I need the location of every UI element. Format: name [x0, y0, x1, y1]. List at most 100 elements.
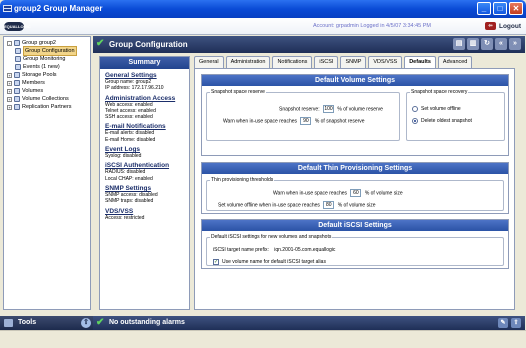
tree-item[interactable]: Events (1 new) [7, 63, 90, 71]
defaults-tab-body: Default Volume Settings Snapshot space r… [194, 68, 515, 310]
thin-offline-input[interactable]: 80 [323, 201, 335, 209]
snapshot-warn-label: Warn when in-use space reaches [223, 118, 298, 125]
collapse-icon[interactable]: - [7, 40, 12, 46]
thin-thresholds-legend: Thin provisioning thresholds [211, 177, 274, 183]
summary-section-link[interactable]: VDS/VSS [105, 208, 184, 215]
account-info: Account: grpadmin Logged in 4/5/07 3:34:… [312, 23, 431, 29]
use-volume-name-checkbox[interactable]: ✓ Use volume name for default iSCSI targe… [213, 258, 326, 266]
logout-label: Logout [498, 22, 521, 30]
tree-item-label: Volumes [22, 88, 44, 94]
use-volume-name-label: Use volume name for default iSCSI target… [222, 259, 326, 265]
summary-line: E-mail Home: disabled [105, 136, 156, 143]
tab-vds-vss[interactable]: VDS/VSS [368, 56, 403, 68]
volume-settings-title: Default Volume Settings [202, 75, 508, 86]
tree-item[interactable]: + Members [7, 79, 90, 87]
back-icon[interactable]: « [495, 38, 507, 50]
window-title: group2 Group Manager [14, 4, 103, 13]
checkmark-icon: ✔ [96, 38, 105, 49]
tree-item[interactable]: Group Configuration [7, 46, 90, 56]
delete-oldest-snapshot-label: Delete oldest snapshot [421, 118, 472, 124]
iscsi-defaults-legend: Default iSCSI settings for new volumes a… [211, 234, 332, 240]
expand-alarms-icon[interactable]: ⇧ [511, 318, 521, 328]
tree-item-label: Group Monitoring [23, 56, 66, 62]
print-icon[interactable]: ▥ [467, 38, 479, 50]
tab-administration[interactable]: Administration [225, 56, 271, 68]
tree-item[interactable]: + Replication Partners [7, 103, 90, 111]
set-volume-offline-label: Set volume offline [421, 106, 461, 112]
snapshot-reserve-input[interactable]: 100 [322, 105, 334, 113]
tree-item[interactable]: Group Monitoring [7, 55, 90, 63]
tools-panel-header[interactable]: Tools ⇧ [0, 316, 94, 330]
snapshot-reserve-unit: % of volume reserve [337, 106, 383, 113]
summary-section-link[interactable]: General Settings [105, 72, 184, 79]
tree-node-icon [14, 96, 20, 102]
checkbox-checked-icon: ✓ [213, 258, 219, 265]
tab-notifications[interactable]: Notifications [272, 56, 313, 68]
tree-item[interactable]: + Storage Pools [7, 71, 90, 79]
summary-line: Local CHAP: enabled [105, 175, 153, 182]
expand-up-icon[interactable]: ⇧ [81, 318, 91, 328]
iscsi-prefix-value[interactable]: iqn.2001-05.com.equallogic [274, 247, 335, 253]
tree-node-icon [14, 40, 20, 46]
tree-item[interactable]: + Volume Collections [7, 95, 90, 103]
tools-icon [4, 319, 13, 327]
close-button[interactable]: ✕ [509, 2, 523, 15]
alarm-settings-icon[interactable]: ✎ [498, 318, 508, 328]
status-text: No outstanding alarms [109, 319, 185, 326]
logout-icon: ⇦ [484, 22, 496, 30]
set-volume-offline-radio[interactable]: Set volume offline [412, 105, 461, 113]
expand-icon[interactable]: + [7, 72, 12, 78]
snapshot-space-recovery-group: Snapshot space recovery Set volume offli… [406, 89, 505, 141]
summary-section-link[interactable]: iSCSI Authentication [105, 162, 184, 169]
tree-node-icon [14, 104, 20, 110]
summary-section: E-mail Notifications E-mail alerts: disab… [100, 123, 189, 143]
summary-section-link[interactable]: Administration Access [105, 95, 184, 102]
thin-offline-unit: % of volume size [337, 202, 376, 209]
summary-section-link[interactable]: SNMP Settings [105, 185, 184, 192]
thin-offline-label: Set volume offline when in-use space rea… [218, 202, 320, 209]
tab-snmp[interactable]: SNMP [340, 56, 367, 68]
expand-icon[interactable]: + [7, 80, 12, 86]
snapshot-warn-input[interactable]: 90 [300, 117, 312, 125]
tree-item-label: Replication Partners [22, 104, 72, 110]
tree-node-icon [15, 64, 21, 70]
logout-button[interactable]: ⇦ Logout [484, 22, 521, 30]
tab-iscsi[interactable]: iSCSI [314, 56, 339, 68]
tools-label: Tools [18, 319, 37, 326]
status-bar: ✔ No outstanding alarms ✎ ⇧ [93, 316, 525, 330]
refresh-icon[interactable]: ↻ [481, 38, 493, 50]
tree-node-icon [14, 80, 20, 86]
summary-section-link[interactable]: Event Logs [105, 146, 184, 153]
summary-section-link[interactable]: E-mail Notifications [105, 123, 184, 130]
maximize-button[interactable]: □ [493, 2, 507, 15]
tab-advanced[interactable]: Advanced [437, 56, 473, 68]
tree-item[interactable]: + Volumes [7, 87, 90, 95]
tree-item-label: Volume Collections [22, 96, 69, 102]
save-icon[interactable]: ▤ [453, 38, 465, 50]
expand-icon[interactable]: + [7, 96, 12, 102]
tab-general[interactable]: General [194, 56, 224, 68]
delete-oldest-snapshot-radio[interactable]: Delete oldest snapshot [412, 117, 472, 125]
summary-line: SSH access: enabled [105, 114, 153, 121]
minimize-button[interactable]: _ [477, 2, 491, 15]
main-header: ✔ Group Configuration ▤ ▥ ↻ « » [93, 36, 525, 53]
summary-section: General Settings Group name: group2 IP add… [100, 72, 189, 92]
tree-node-icon [14, 72, 20, 78]
thin-warn-input[interactable]: 60 [350, 189, 362, 197]
window-bottom-strip [0, 330, 526, 348]
tree-node-icon [14, 88, 20, 94]
snapshot-reserve-label: Snapshot reserve: [279, 106, 320, 113]
thin-warn-unit: % of volume size [364, 190, 403, 197]
forward-icon[interactable]: » [509, 38, 521, 50]
page-title: Group Configuration [109, 40, 188, 49]
tree-item-label: Events (1 new) [23, 64, 60, 70]
status-ok-icon: ✔ [96, 317, 105, 328]
summary-line: Syslog: disabled [105, 153, 142, 160]
summary-section: iSCSI Authentication RADIUS: disabled Loca… [100, 162, 189, 182]
tree-item-label: Storage Pools [22, 72, 57, 78]
window-title-bar: group2 Group Manager _ □ ✕ [0, 0, 526, 18]
expand-icon[interactable]: + [7, 88, 12, 94]
iscsi-settings-title: Default iSCSI Settings [202, 220, 508, 231]
expand-icon[interactable]: + [7, 104, 12, 110]
iscsi-defaults-group: Default iSCSI settings for new volumes a… [206, 234, 504, 266]
